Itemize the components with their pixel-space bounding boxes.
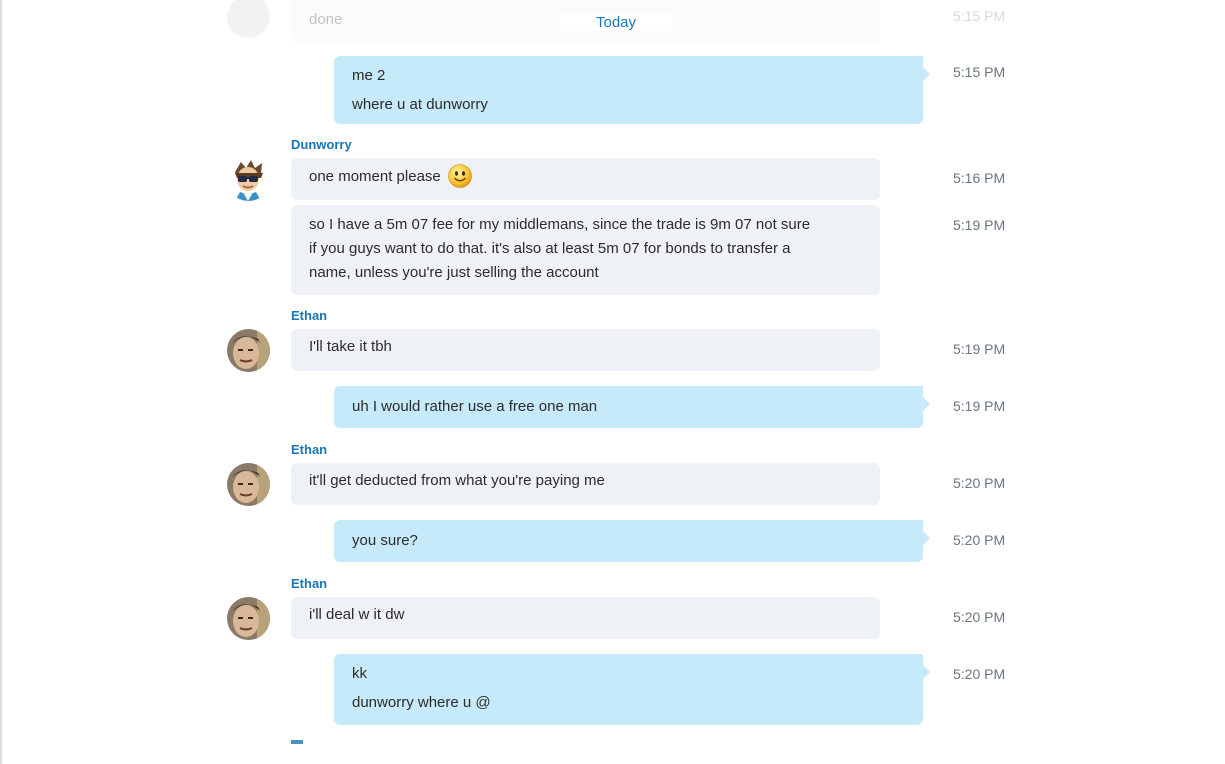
message-timestamp: 5:19 PM (953, 217, 1006, 233)
sender-name-cut-off (291, 740, 303, 744)
sender-name[interactable]: Ethan (291, 442, 327, 457)
message-timestamp: 5:20 PM (953, 609, 1006, 625)
sender-name[interactable]: Dunworry (291, 137, 352, 152)
message-bubble-outgoing[interactable]: kk dunworry where u @ (334, 654, 930, 725)
sender-name[interactable]: Ethan (291, 308, 327, 323)
ethan-avatar-icon (227, 329, 270, 372)
sender-name[interactable]: Ethan (291, 576, 327, 591)
message-timestamp: 5:20 PM (953, 666, 1006, 682)
message-text: uh I would rather use a free one man (352, 398, 598, 415)
ethan-avatar-icon (227, 463, 270, 506)
message-bubble-incoming[interactable]: i'll deal w it dw (291, 597, 880, 639)
message-text: name, unless you're just selling the acc… (309, 264, 599, 281)
message-timestamp: 5:19 PM (953, 341, 1006, 357)
message-text: kk (352, 665, 367, 682)
message-timestamp: 5:15 PM (953, 8, 1006, 24)
message-text: dunworry where u @ (352, 694, 491, 711)
message-text: if you guys want to do that. it's also a… (309, 240, 791, 257)
ethan-avatar-icon (227, 597, 270, 640)
message-timestamp: 5:20 PM (953, 532, 1006, 548)
dunworry-avatar-icon (235, 160, 263, 201)
message-bubble-incoming[interactable]: so I have a 5m 07 fee for my middlemans,… (291, 205, 880, 295)
message-bubble-incoming[interactable]: one moment please (291, 158, 880, 200)
message-bubble-outgoing[interactable]: you sure? (334, 520, 930, 562)
ethan-avatar[interactable] (227, 463, 270, 506)
avatar (227, 0, 270, 38)
message-text: so I have a 5m 07 fee for my middlemans,… (309, 216, 811, 233)
message-timestamp: 5:15 PM (953, 64, 1006, 80)
ethan-avatar[interactable] (227, 329, 270, 372)
message-bubble-outgoing[interactable]: uh I would rather use a free one man (334, 386, 930, 428)
message-text: you sure? (352, 532, 418, 549)
message-bubble-incoming[interactable]: it'll get deducted from what you're payi… (291, 463, 880, 505)
date-divider: Today (560, 14, 672, 31)
message-bubble-outgoing[interactable]: me 2 where u at dunworry (334, 56, 930, 124)
message-text: I'll take it tbh (309, 338, 392, 355)
message-text: i'll deal w it dw (309, 606, 405, 623)
message-timestamp: 5:20 PM (953, 475, 1006, 491)
message-text: one moment please (309, 168, 441, 185)
message-timestamp: 5:19 PM (953, 398, 1006, 414)
message-text: it'll get deducted from what you're payi… (309, 472, 605, 489)
message-text: me 2 (352, 67, 386, 84)
message-text: where u at dunworry (352, 96, 488, 113)
ethan-avatar[interactable] (227, 597, 270, 640)
dunworry-avatar[interactable] (227, 158, 270, 201)
chat-history[interactable]: done 5:15 PM Today me 2 where u at dunwo… (0, 0, 1225, 764)
smiley-emoji-icon (448, 164, 472, 188)
message-bubble-incoming[interactable]: I'll take it tbh (291, 329, 880, 371)
message-timestamp: 5:16 PM (953, 170, 1006, 186)
